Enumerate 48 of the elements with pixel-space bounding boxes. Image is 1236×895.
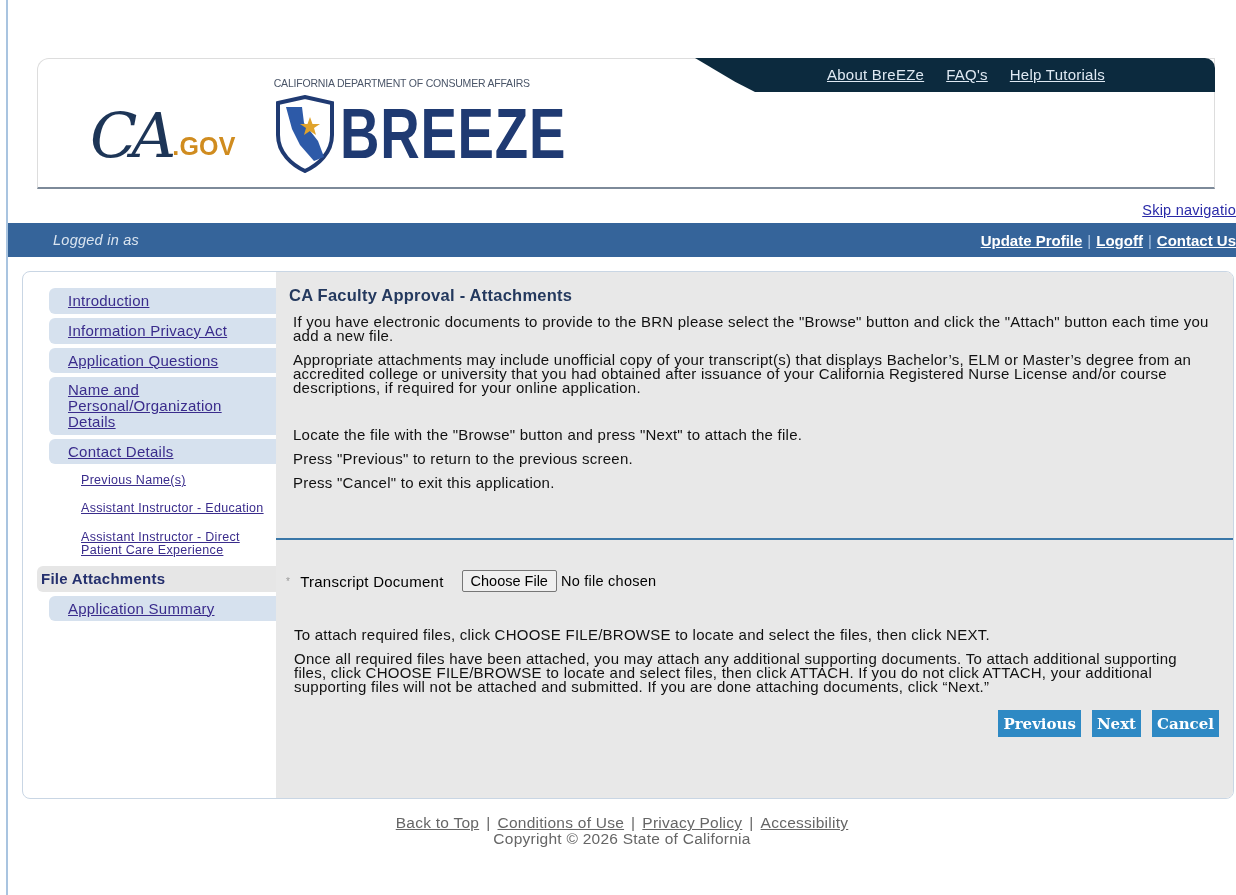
instruction-text: Press "Previous" to return to the previous screen. bbox=[293, 451, 634, 467]
top-link[interactable]: FAQ's bbox=[946, 66, 988, 83]
nav-button[interactable]: Next bbox=[1091, 710, 1142, 737]
separator: | bbox=[1147, 231, 1152, 249]
top-link[interactable]: Help Tutorials bbox=[1009, 66, 1105, 83]
skip-navigation-link[interactable]: Skip navigatio bbox=[1142, 202, 1236, 218]
instruction-text: If you have electronic documents to provide to the BRN please select the "Browse" button and click the "Attach" button each time you add a new file. bbox=[293, 315, 1210, 343]
separator: | bbox=[486, 814, 491, 831]
ca-logo-text: CA bbox=[90, 105, 171, 167]
footer-link[interactable]: Back to Top bbox=[395, 814, 480, 831]
top-link[interactable]: About BreEZe bbox=[826, 66, 925, 83]
account-link[interactable]: Contact Us bbox=[1156, 231, 1236, 249]
instruction-text: Appropriate attachments may include unofficial copy of your transcript(s) that displays Bachelor’s, ELM or Master’s degree from an accredited college or university that you had obtained after issuance of your California Registered Nurse License and/or course descriptions, if required for your online application. bbox=[293, 353, 1193, 395]
choose-file-button[interactable]: Choose File bbox=[461, 570, 557, 592]
gov-logo-text: .GOV bbox=[172, 132, 236, 161]
separator: | bbox=[749, 814, 754, 831]
nav-item[interactable]: Information Privacy Act bbox=[49, 317, 276, 344]
logged-in-label: Logged in as bbox=[53, 232, 140, 248]
footer-link[interactable]: Privacy Policy bbox=[642, 814, 743, 831]
breeze-logo-text: BREEZE bbox=[339, 100, 566, 168]
nav-item[interactable]: Application Questions bbox=[49, 347, 276, 374]
copyright-text: Copyright © 2026 State of California bbox=[492, 831, 751, 847]
required-marker: * bbox=[286, 575, 291, 587]
instruction-text: Press "Cancel" to exit this application. bbox=[293, 475, 556, 491]
nav-subitem[interactable]: Assistant Instructor - Education bbox=[81, 496, 276, 521]
account-link[interactable]: Update Profile bbox=[980, 231, 1083, 249]
file-status: No file chosen bbox=[560, 573, 657, 589]
nav-item[interactable]: Name and Personal/Organization Details bbox=[49, 377, 276, 435]
nav-subitem[interactable]: Assistant Instructor - Direct Patient Care Experience bbox=[81, 524, 276, 562]
department-name: CALIFORNIA DEPARTMENT OF CONSUMER AFFAIRS bbox=[273, 77, 531, 89]
nav-subitem[interactable]: Previous Name(s) bbox=[81, 468, 276, 493]
instruction-text: To attach required files, click CHOOSE FILE/BROWSE to locate and select the files, then click NEXT. bbox=[294, 628, 991, 642]
account-link[interactable]: Logoff bbox=[1096, 231, 1143, 249]
page-title: CA Faculty Approval - Attachments bbox=[289, 286, 574, 305]
footer-link[interactable]: Accessibility bbox=[760, 814, 849, 831]
field-label: Transcript Document bbox=[300, 572, 444, 590]
instruction-text: Locate the file with the "Browse" button and press "Next" to attach the file. bbox=[293, 427, 804, 443]
nav-button[interactable]: Cancel bbox=[1152, 710, 1219, 737]
nav-item[interactable]: Application Summary bbox=[49, 595, 276, 622]
instruction-text: Once all required files have been attached, you may attach any additional supporting documents. To attach additional supporting files, click CHOOSE FILE/BROWSE to locate and select files, then click ATTACH. If you do not click ATTACH, your additional supporting files will not be attached and submitted. If you are done attaching documents, click “Next.” bbox=[294, 652, 1178, 694]
nav-item[interactable]: File Attachments bbox=[37, 565, 276, 592]
separator: | bbox=[631, 814, 636, 831]
shield-icon bbox=[273, 95, 336, 173]
nav-button[interactable]: Previous bbox=[998, 710, 1081, 737]
separator: | bbox=[1087, 231, 1092, 249]
footer-link[interactable]: Conditions of Use bbox=[497, 814, 625, 831]
nav-item[interactable]: Contact Details bbox=[49, 438, 276, 465]
nav-item[interactable]: Introduction bbox=[49, 288, 276, 314]
